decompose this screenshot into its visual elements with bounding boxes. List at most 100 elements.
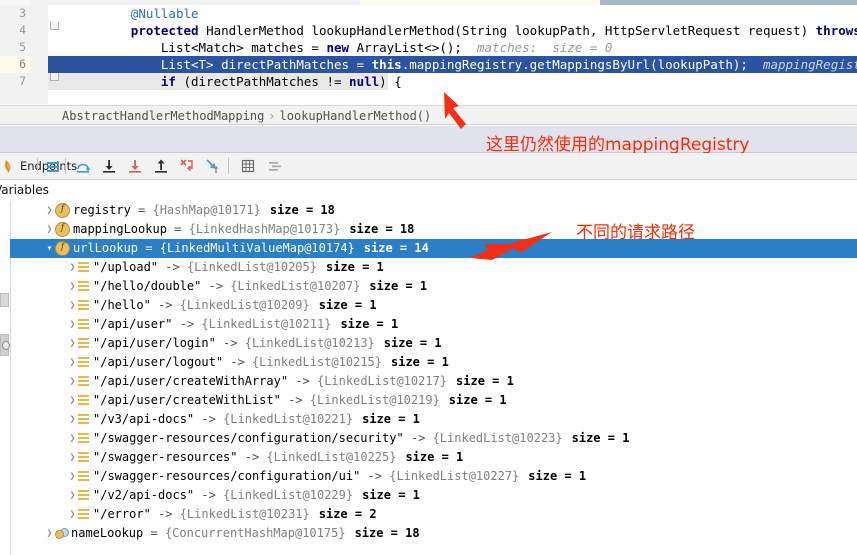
tree-expander-icon[interactable]: ❯ [67, 391, 78, 410]
breadcrumb[interactable]: AbstractHandlerMethodMapping › lookupHandl… [0, 105, 857, 125]
code-token: HandlerMethod lookupHandlerMethod(String… [206, 23, 816, 38]
breadcrumb-method[interactable]: lookupHandlerMethod() [280, 109, 432, 123]
variable-separator: -> [172, 317, 202, 331]
settings-lines-icon[interactable] [266, 157, 284, 175]
tree-expander-icon[interactable]: ❯ [44, 220, 55, 239]
variable-row[interactable]: ❯ "/v3/api-docs" -> {LinkedList@10221} siz… [10, 410, 857, 429]
code-line[interactable]: @Nullable [48, 5, 199, 22]
variable-row[interactable]: ❯ "/api/user" -> {LinkedList@10211} size =… [10, 315, 857, 334]
variable-row[interactable]: ❯ "/hello" -> {LinkedList@10209} size = 1 [10, 296, 857, 315]
gutter-line-number[interactable]: 6 [0, 56, 30, 73]
drop-frame-icon[interactable] [178, 157, 196, 175]
editor-gutter[interactable]: 34567 [0, 5, 48, 104]
variable-object-ref: {LinkedList@10231} [179, 507, 310, 521]
step-over-icon[interactable] [74, 157, 92, 175]
tree-expander-icon[interactable]: ❯ [67, 467, 78, 486]
list-icon [78, 471, 89, 482]
code-token: .mappingRegistry.getMappingsByUrl(lookup… [401, 57, 748, 72]
tree-expander-icon[interactable]: ❯ [67, 372, 78, 391]
variable-separator: -> [288, 374, 317, 388]
variable-row[interactable]: ❯ "/swagger-resources/configuration/ui" -… [10, 467, 857, 486]
list-icon [78, 376, 89, 387]
variable-separator: -> [215, 336, 245, 350]
variable-row[interactable]: ❯ "/v2/api-docs" -> {LinkedList@10229} siz… [10, 486, 857, 505]
tree-expander-icon[interactable]: ❯ [67, 258, 78, 277]
force-step-into-icon[interactable] [126, 157, 144, 175]
variable-name: "/upload" [93, 260, 159, 274]
variable-row[interactable]: ❯ nameLookup = {ConcurrentHashMap@10175} s… [10, 524, 857, 543]
variable-row[interactable]: ▾ f urlLookup = {LinkedMultiValueMap@10174… [10, 239, 857, 258]
breadcrumb-separator: › [268, 109, 276, 123]
variable-object-ref: {HashMap@10171} [152, 203, 261, 217]
tree-expander-icon[interactable]: ▾ [44, 239, 55, 258]
variable-row[interactable]: ❯ "/api/user/createWithList" -> {LinkedLi… [10, 391, 857, 410]
variable-row[interactable]: ❯ "/api/user/logout" -> {LinkedList@10215… [10, 353, 857, 372]
variable-row[interactable]: ❯ "/error" -> {LinkedList@10231} size = 2 [10, 505, 857, 524]
code-line[interactable]: if (directPathMatches != null) { [48, 73, 402, 90]
gutter-line-number[interactable]: 5 [0, 39, 30, 56]
variable-size-label: size = 1 [383, 336, 442, 350]
debugger-toolbar[interactable]: Endpoints [0, 153, 857, 180]
variable-row[interactable]: ❯ f registry = {HashMap@10171} size = 18 [10, 201, 857, 220]
code-token: matches: size = 0 [461, 40, 613, 55]
variable-row[interactable]: ❯ "/api/user/createWithArray" -> {LinkedL… [10, 372, 857, 391]
variables-tree[interactable]: ❯ f registry = {HashMap@10171} size = 18 ❯ f m… [0, 201, 857, 555]
tree-expander-icon[interactable]: ❯ [67, 410, 78, 429]
code-token: if [160, 74, 184, 89]
tree-expander-icon[interactable]: ❯ [67, 353, 78, 372]
variable-name: "/swagger-resources/configuration/securi… [93, 431, 404, 445]
variable-row[interactable]: ❯ "/upload" -> {LinkedList@10205} size = 1 [10, 258, 857, 277]
tree-expander-icon[interactable]: ❯ [67, 429, 78, 448]
code-token: protected [130, 23, 207, 38]
breadcrumb-class[interactable]: AbstractHandlerMethodMapping [62, 109, 264, 123]
list-icon [78, 433, 89, 444]
gutter-line-number[interactable]: 7 [0, 73, 30, 90]
code-fold-toggle-icon[interactable] [48, 73, 60, 90]
tree-expander-icon[interactable]: ❯ [67, 277, 78, 296]
gutter-line-number[interactable]: 3 [0, 5, 30, 22]
code-line[interactable]: List<T> directPathMatches = this.mapping… [48, 56, 857, 73]
tree-expander-icon[interactable]: ❯ [67, 486, 78, 505]
run-to-cursor-icon[interactable] [204, 157, 222, 175]
tree-expander-icon[interactable]: ❯ [67, 505, 78, 524]
tree-expander-icon[interactable]: ❯ [44, 201, 55, 220]
variable-row[interactable]: ❯ f mappingLookup = {LinkedHashMap@10173} s… [10, 220, 857, 239]
annotation-note-1: 这里仍然使用的mappingRegistry [486, 135, 750, 155]
code-token: (directPathMatches != [183, 74, 350, 89]
list-icon [78, 262, 89, 273]
code-token: List<Match> matches = [160, 40, 327, 55]
variable-row[interactable]: ❯ "/hello/double" -> {LinkedList@10207} si… [10, 277, 857, 296]
tree-expander-icon[interactable]: ❯ [67, 448, 78, 467]
rail-marker-dot-icon [2, 341, 10, 350]
variable-name: "/api/user/login" [93, 336, 216, 350]
toolbar-divider [37, 158, 38, 174]
variable-row[interactable]: ❯ "/swagger-resources/configuration/secur… [10, 429, 857, 448]
tree-expander-icon[interactable]: ❯ [67, 296, 78, 315]
list-icon [78, 509, 89, 520]
variable-separator: -> [403, 431, 433, 445]
variable-separator: = [130, 203, 153, 217]
code-fold-toggle-icon[interactable] [48, 22, 60, 39]
variable-object-ref: {LinkedList@10211} [201, 317, 332, 331]
variable-separator: -> [201, 279, 231, 293]
frames-list-icon[interactable] [44, 157, 62, 175]
variable-name: "/hello/double" [93, 279, 202, 293]
step-out-icon[interactable] [152, 157, 170, 175]
code-editor[interactable]: 34567 @Nullable protected HandlerMethod … [0, 0, 857, 104]
tree-expander-icon[interactable]: ❯ [67, 334, 78, 353]
variable-row[interactable]: ❯ "/swagger-resources" -> {LinkedList@102… [10, 448, 857, 467]
code-line[interactable]: protected HandlerMethod lookupHandlerMet… [48, 22, 857, 39]
editor-code-area[interactable]: @Nullable protected HandlerMethod lookup… [48, 5, 857, 104]
variable-object-ref: {LinkedMultiValueMap@10174} [159, 241, 355, 255]
evaluate-expression-icon[interactable] [239, 157, 257, 175]
gutter-line-number[interactable]: 4 [0, 22, 30, 39]
tree-expander-icon[interactable]: ❯ [44, 524, 55, 543]
variable-object-ref: {LinkedList@10215} [251, 355, 382, 369]
variable-separator: -> [194, 412, 224, 426]
variable-row[interactable]: ❯ "/api/user/login" -> {LinkedList@10213}… [10, 334, 857, 353]
variable-name: mappingLookup [73, 222, 167, 236]
list-icon [78, 281, 89, 292]
tree-expander-icon[interactable]: ❯ [67, 315, 78, 334]
code-line[interactable]: List<Match> matches = new ArrayList<>();… [48, 39, 613, 56]
step-into-icon[interactable] [100, 157, 118, 175]
